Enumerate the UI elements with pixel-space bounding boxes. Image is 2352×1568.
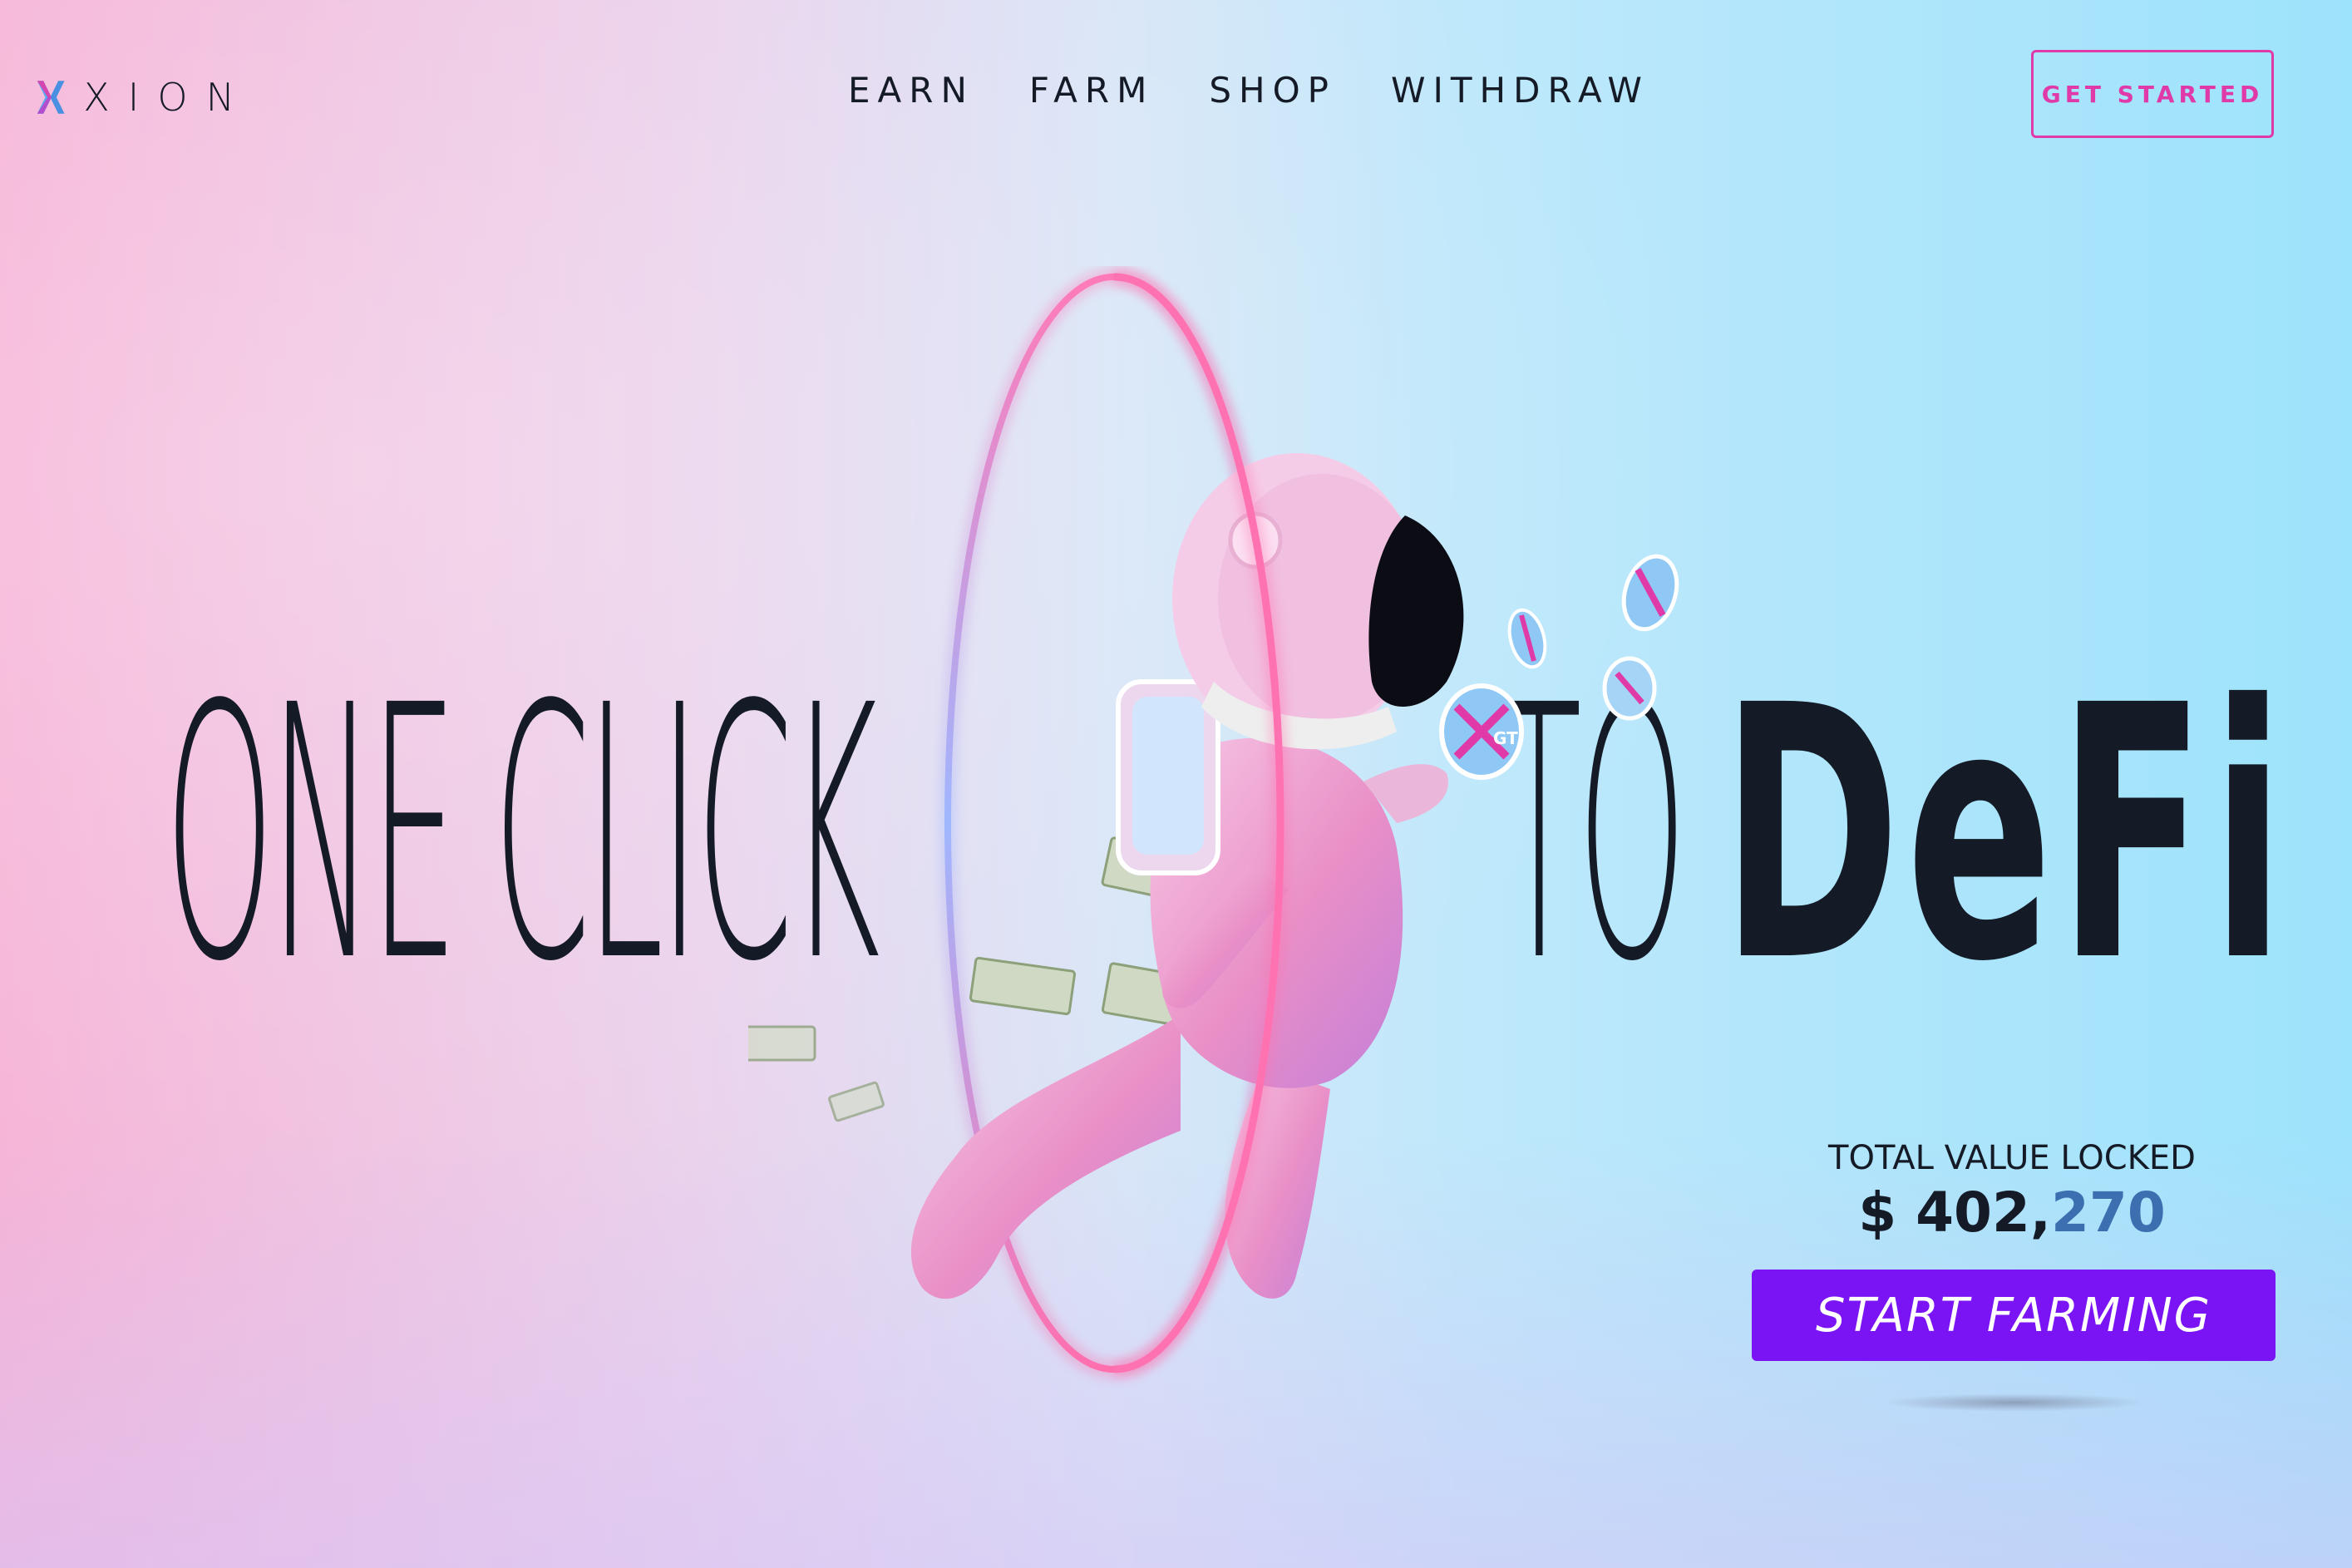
button-shadow [1883,1393,2145,1412]
get-started-button[interactable]: GET STARTED [2031,50,2274,138]
tvl-value-accent: 270 [2050,1181,2166,1245]
start-farming-button[interactable]: START FARMING [1752,1270,2276,1361]
tvl-value: $ 402,270 [1812,1181,2211,1245]
astronaut-illustration: GT [748,268,1679,1378]
nav-shop[interactable]: SHOP [1209,70,1336,111]
nav-withdraw[interactable]: WITHDRAW [1391,70,1649,111]
nav-farm[interactable]: FARM [1029,70,1154,111]
coin-label: GT [1493,728,1518,748]
brand-logo[interactable]: XION [37,48,253,146]
headline-defi: DeFi [1721,632,2290,1038]
coin-icon: GT [1439,554,1679,780]
nav-earn[interactable]: EARN [848,70,974,111]
tvl-value-main: $ 402, [1858,1181,2051,1245]
main-nav: EARN FARM SHOP WITHDRAW [848,70,1649,111]
brand-name: XION [83,75,253,120]
tvl-label: TOTAL VALUE LOCKED [1828,1139,2196,1177]
astronaut [910,453,1464,1299]
xion-logo-icon [37,81,65,114]
